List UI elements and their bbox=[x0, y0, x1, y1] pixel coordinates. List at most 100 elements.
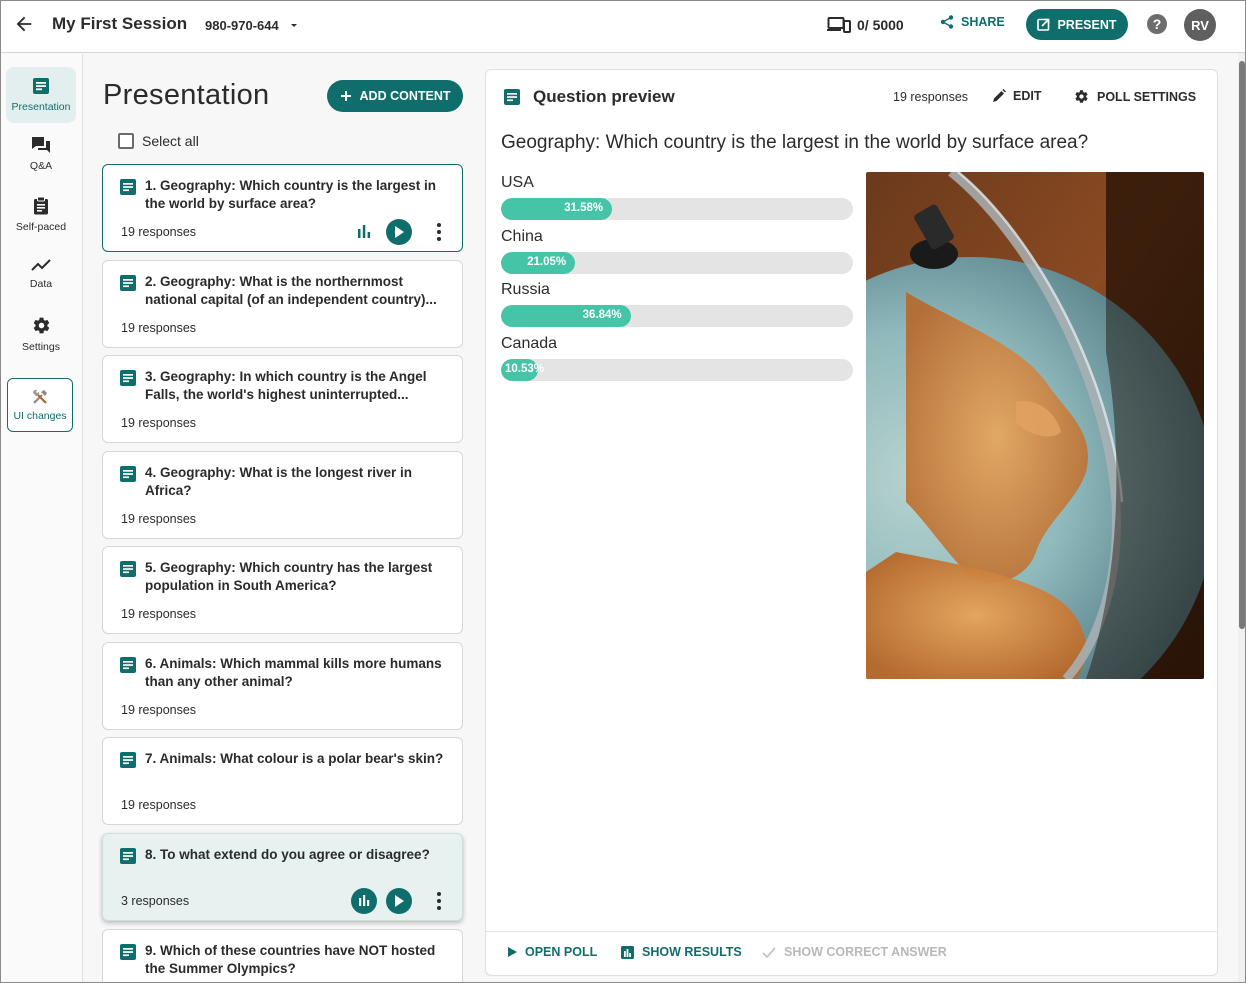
question-text: 9. Which of these countries have NOT hos… bbox=[145, 943, 436, 976]
tools-icon bbox=[32, 389, 47, 404]
question-card[interactable]: 3. Geography: In which country is the An… bbox=[102, 355, 463, 443]
option-name: China bbox=[501, 228, 543, 245]
poll-settings-label: POLL SETTINGS bbox=[1097, 89, 1197, 104]
line-chart-icon bbox=[31, 259, 51, 271]
scrollbar-thumb[interactable] bbox=[1239, 61, 1245, 629]
question-card[interactable]: 4. Geography: What is the longest river … bbox=[102, 451, 463, 539]
question-text: 4. Geography: What is the longest river … bbox=[145, 465, 413, 498]
poll-option: Canada 10.53% bbox=[501, 335, 853, 385]
show-correct-label: SHOW CORRECT ANSWER bbox=[784, 945, 947, 959]
show-results-label: SHOW RESULTS bbox=[642, 945, 742, 959]
play-button[interactable] bbox=[386, 888, 412, 914]
chat-bubbles-icon bbox=[32, 137, 50, 153]
option-bar-track: 10.53% bbox=[501, 359, 853, 381]
nav-self-paced[interactable]: Self-paced bbox=[6, 186, 76, 242]
preview-question: Geography: Which country is the largest … bbox=[501, 132, 1089, 153]
add-content-label: ADD CONTENT bbox=[359, 89, 451, 103]
question-icon bbox=[120, 370, 136, 386]
share-button[interactable]: SHARE bbox=[940, 15, 1005, 29]
play-icon bbox=[395, 226, 404, 238]
more-options-icon[interactable] bbox=[433, 222, 445, 242]
question-icon bbox=[120, 848, 136, 864]
question-text: 7. Animals: What colour is a polar bear'… bbox=[145, 751, 444, 766]
option-bar-track: 31.58% bbox=[501, 198, 853, 220]
share-icon bbox=[940, 15, 954, 29]
play-icon bbox=[395, 895, 404, 907]
nav-settings[interactable]: Settings bbox=[6, 306, 76, 362]
top-bar: My First Session 980-970-644 0/ 5000 SHA… bbox=[1, 1, 1245, 53]
session-code[interactable]: 980-970-644 bbox=[205, 18, 279, 33]
question-card[interactable]: 9. Which of these countries have NOT hos… bbox=[102, 929, 463, 982]
back-arrow-icon[interactable] bbox=[13, 13, 35, 35]
question-icon bbox=[120, 657, 136, 673]
question-preview-panel: Question preview 19 responses EDIT POLL … bbox=[485, 69, 1218, 976]
nav-ui-changes-label: UI changes bbox=[13, 410, 67, 422]
checkbox-icon[interactable] bbox=[118, 133, 134, 149]
session-title[interactable]: My First Session bbox=[52, 14, 187, 34]
response-count: 19 responses bbox=[121, 607, 197, 621]
option-percent: 10.53% bbox=[505, 363, 545, 375]
edit-button[interactable]: EDIT bbox=[992, 89, 1041, 103]
question-icon bbox=[120, 466, 136, 482]
help-button[interactable]: ? bbox=[1147, 14, 1167, 34]
question-icon bbox=[120, 275, 136, 291]
response-count: 3 responses bbox=[121, 894, 190, 908]
presentation-title: Presentation bbox=[103, 79, 270, 111]
globe-image bbox=[866, 172, 1204, 679]
nav-presentation[interactable]: Presentation bbox=[6, 67, 76, 123]
nav-data[interactable]: Data bbox=[6, 246, 76, 302]
open-external-icon bbox=[1037, 18, 1050, 31]
question-card[interactable]: 6. Animals: Which mammal kills more huma… bbox=[102, 642, 463, 730]
bar-chart-icon bbox=[621, 945, 634, 959]
nav-qa-label: Q&A bbox=[29, 160, 53, 172]
bar-chart-icon bbox=[359, 895, 370, 906]
question-card[interactable]: 1. Geography: Which country is the large… bbox=[102, 164, 463, 252]
gear-icon bbox=[1075, 90, 1088, 103]
presentation-icon bbox=[33, 78, 49, 94]
play-icon bbox=[508, 947, 517, 957]
response-count: 19 responses bbox=[121, 798, 197, 812]
play-button[interactable] bbox=[386, 219, 412, 245]
caret-down-icon[interactable] bbox=[288, 19, 300, 31]
show-correct-answer-button[interactable]: SHOW CORRECT ANSWER bbox=[762, 945, 947, 959]
devices-icon bbox=[827, 17, 851, 33]
poll-option: Russia 36.84% bbox=[501, 281, 853, 331]
nav-settings-label: Settings bbox=[22, 340, 60, 353]
question-icon bbox=[120, 561, 136, 577]
question-icon bbox=[120, 179, 136, 195]
question-text: 2. Geography: What is the northernmost n… bbox=[145, 274, 437, 307]
option-name: Russia bbox=[501, 281, 550, 298]
select-all-checkbox[interactable]: Select all bbox=[118, 133, 199, 149]
bar-chart-icon[interactable] bbox=[355, 223, 373, 241]
device-counter: 0/ 5000 bbox=[827, 14, 904, 36]
share-label: SHARE bbox=[961, 15, 1005, 29]
results-button[interactable] bbox=[351, 888, 377, 914]
user-avatar[interactable]: RV bbox=[1184, 9, 1216, 41]
more-options-icon[interactable] bbox=[433, 891, 445, 911]
show-results-button[interactable]: SHOW RESULTS bbox=[621, 945, 742, 959]
nav-ui-changes[interactable]: UI changes bbox=[7, 378, 73, 432]
question-card[interactable]: 5. Geography: Which country has the larg… bbox=[102, 546, 463, 634]
option-bar-track: 36.84% bbox=[501, 305, 853, 327]
question-icon bbox=[120, 752, 136, 768]
question-text: 1. Geography: Which country is the large… bbox=[145, 178, 437, 211]
present-button[interactable]: PRESENT bbox=[1026, 9, 1128, 40]
footer-divider bbox=[486, 931, 1217, 932]
nav-self-paced-label: Self-paced bbox=[15, 220, 67, 233]
nav-presentation-label: Presentation bbox=[11, 101, 71, 113]
add-content-button[interactable]: ADD CONTENT bbox=[327, 80, 463, 112]
question-card[interactable]: 7. Animals: What colour is a polar bear'… bbox=[102, 737, 463, 825]
question-card[interactable]: 8. To what extend do you agree or disagr… bbox=[102, 833, 463, 921]
response-count: 19 responses bbox=[121, 321, 197, 335]
option-percent: 36.84% bbox=[582, 309, 622, 321]
poll-settings-button[interactable]: POLL SETTINGS bbox=[1074, 89, 1196, 104]
option-name: Canada bbox=[501, 335, 558, 352]
question-card[interactable]: 2. Geography: What is the northernmost n… bbox=[102, 260, 463, 348]
open-poll-button[interactable]: OPEN POLL bbox=[508, 945, 597, 959]
poll-option: China 21.05% bbox=[501, 228, 853, 278]
question-icon bbox=[504, 89, 520, 105]
plus-icon bbox=[340, 91, 351, 101]
app-window: My First Session 980-970-644 0/ 5000 SHA… bbox=[0, 0, 1246, 983]
nav-qa[interactable]: Q&A bbox=[6, 126, 76, 182]
nav-data-label: Data bbox=[29, 278, 53, 290]
